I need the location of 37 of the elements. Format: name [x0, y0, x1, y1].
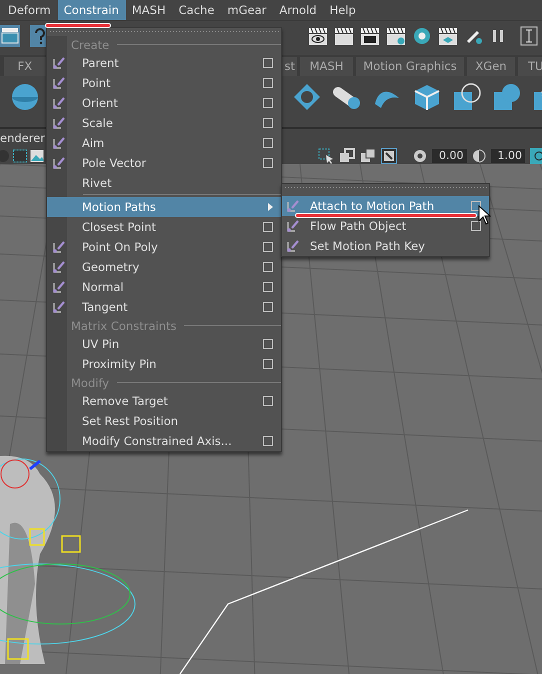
menu-item[interactable]: Set Motion Path Key [282, 236, 489, 256]
menu-item[interactable]: Pole Vector [47, 153, 281, 173]
menu-section-heading: Matrix Constraints [71, 318, 176, 332]
shelf-tab[interactable]: MASH [300, 56, 353, 76]
menu-bar-item[interactable]: Help [324, 0, 363, 20]
menu-item[interactable]: Parent [47, 53, 281, 73]
menu-item[interactable]: Remove Target [47, 391, 281, 411]
menu-bar-item[interactable]: Cache [172, 0, 222, 20]
menu-section-heading: Create [71, 38, 110, 52]
menu-item[interactable]: Flow Path Object [282, 216, 489, 236]
menu-bar-item[interactable]: MASH [126, 0, 173, 20]
shelf-tab[interactable]: XGen [467, 56, 515, 76]
menu-bar-item[interactable]: Constrain [58, 0, 126, 20]
menu-bar-item[interactable]: Deform [2, 0, 58, 20]
menu-item[interactable]: Geometry [47, 257, 281, 277]
menu-item[interactable]: Closest Point [47, 217, 281, 237]
value-field[interactable]: 0.00 [432, 148, 466, 163]
menu-item[interactable]: Orient [47, 93, 281, 113]
menu-section-heading: Modify [71, 376, 110, 390]
menu-item[interactable]: Proximity Pin [47, 354, 281, 374]
menu-bar-item[interactable]: mGear [221, 0, 274, 20]
menu-item[interactable]: Tangent [47, 297, 281, 317]
menu-item[interactable]: UV Pin [47, 334, 281, 354]
submenu-item[interactable]: Motion Paths [47, 197, 281, 217]
menu-item[interactable]: Set Rest Position [47, 411, 281, 431]
menu-item[interactable]: Point On Poly [47, 237, 281, 257]
menu-item[interactable]: Modify Constrained Axis... [47, 431, 281, 451]
value-field[interactable]: 1.00 [490, 148, 525, 163]
shelf-tab[interactable]: FX [4, 56, 46, 76]
menu-item[interactable]: Aim [47, 133, 281, 153]
menu-item[interactable]: Normal [47, 277, 281, 297]
menu-item[interactable]: Scale [47, 113, 281, 133]
menu-item[interactable]: Rivet [47, 173, 281, 193]
shelf-tab[interactable]: Motion Graphics [356, 56, 464, 76]
menu-bar-item[interactable]: Arnold [273, 0, 324, 20]
menu-item[interactable]: Point [47, 73, 281, 93]
panel-label: enderer [0, 130, 46, 145]
